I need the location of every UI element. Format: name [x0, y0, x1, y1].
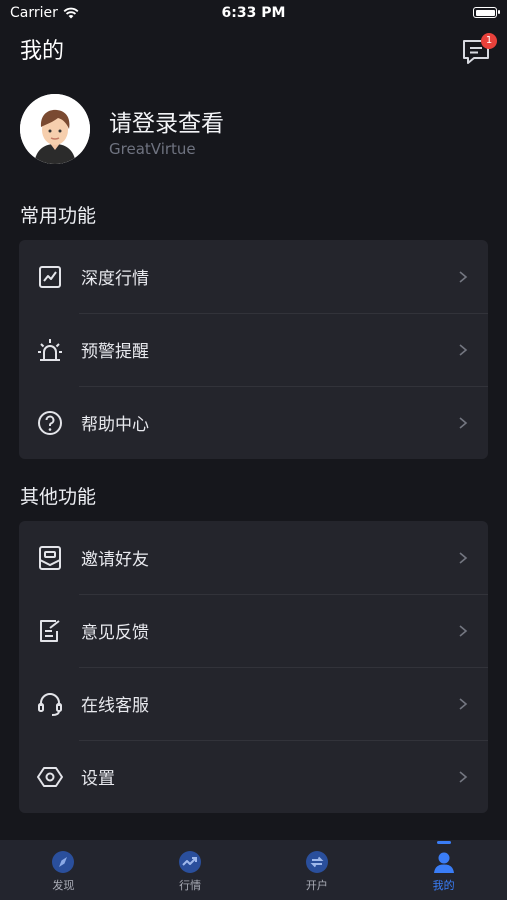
menu-item-help-center[interactable]: 帮助中心	[19, 386, 488, 459]
settings-icon	[37, 764, 63, 790]
profile-card[interactable]: 请登录查看 GreatVirtue	[20, 94, 487, 166]
other-functions-card: 邀请好友 意见反馈 在线客服 设置	[19, 521, 488, 813]
menu-item-label: 深度行情	[81, 269, 149, 289]
profile-name[interactable]: 请登录查看	[109, 104, 224, 138]
avatar[interactable]	[20, 94, 90, 164]
menu-item-label: 意见反馈	[81, 623, 149, 643]
feedback-icon	[37, 618, 63, 644]
status-time: 6:33 PM	[221, 5, 286, 21]
tab-label: 行情	[179, 879, 202, 892]
page-header: 我的 1	[20, 33, 497, 68]
tab-discover[interactable]: 发现	[0, 840, 127, 900]
alarm-light-icon	[37, 337, 63, 363]
trend-icon	[179, 851, 202, 873]
chevron-right-icon	[459, 697, 468, 710]
profile-subtitle: GreatVirtue	[109, 140, 196, 158]
menu-item-label: 帮助中心	[81, 415, 149, 435]
menu-item-invite-friends[interactable]: 邀请好友	[19, 521, 488, 594]
chevron-right-icon	[459, 343, 468, 356]
tab-label: 发现	[52, 879, 75, 892]
menu-item-label: 在线客服	[81, 696, 149, 716]
exchange-icon	[305, 851, 328, 873]
menu-item-label: 邀请好友	[81, 550, 149, 570]
menu-item-label: 设置	[81, 769, 115, 789]
chevron-right-icon	[459, 624, 468, 637]
tab-label: 开户	[305, 879, 328, 892]
help-circle-icon	[37, 410, 63, 436]
menu-item-alerts[interactable]: 预警提醒	[19, 313, 488, 386]
chevron-right-icon	[459, 551, 468, 564]
menu-item-label: 预警提醒	[81, 342, 149, 362]
tab-label: 我的	[432, 879, 455, 892]
status-bar: Carrier 6:33 PM	[0, 0, 507, 28]
user-icon	[433, 852, 454, 873]
compass-icon	[52, 851, 75, 873]
headset-icon	[37, 691, 63, 717]
menu-item-online-service[interactable]: 在线客服	[19, 667, 488, 740]
active-tab-indicator	[436, 841, 451, 844]
section-title-common: 常用功能	[20, 205, 97, 227]
chevron-right-icon	[459, 770, 468, 783]
section-title-other: 其他功能	[20, 486, 97, 508]
chart-line-icon	[37, 264, 63, 290]
tab-bar: 发现 行情 开户 我的	[0, 840, 507, 900]
avatar-image	[20, 94, 90, 164]
page-title: 我的	[20, 39, 65, 64]
menu-item-feedback[interactable]: 意见反馈	[19, 594, 488, 667]
chevron-right-icon	[459, 416, 468, 429]
tab-mine[interactable]: 我的	[380, 840, 507, 900]
menu-item-settings[interactable]: 设置	[19, 740, 488, 813]
battery-icon	[473, 7, 500, 18]
common-functions-card: 深度行情 预警提醒 帮助中心	[19, 240, 488, 459]
invite-icon	[37, 545, 63, 571]
chevron-right-icon	[459, 270, 468, 283]
tab-market[interactable]: 行情	[127, 840, 254, 900]
message-button[interactable]: 1	[461, 33, 497, 66]
menu-item-market-depth[interactable]: 深度行情	[19, 240, 488, 313]
tab-open-account[interactable]: 开户	[254, 840, 381, 900]
message-badge: 1	[481, 33, 497, 49]
